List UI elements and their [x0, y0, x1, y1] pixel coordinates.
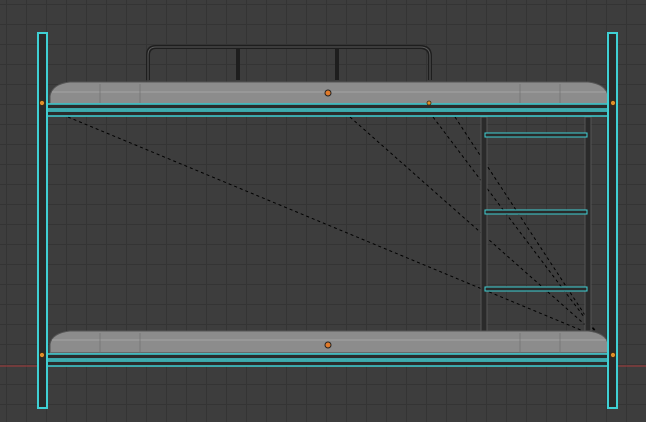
3d-viewport[interactable]	[0, 0, 646, 422]
top-frame-rail[interactable]	[45, 103, 613, 117]
ladder-rung	[484, 209, 588, 215]
dashed-guide-lines	[67, 116, 601, 339]
bunk-bed-scene[interactable]	[0, 0, 646, 422]
guard-rail-highlight	[147, 46, 431, 80]
object-origin-bottom[interactable]	[324, 341, 332, 349]
ladder-rung	[484, 132, 588, 138]
bottom-frame-rail[interactable]	[45, 353, 613, 367]
ladder-rung	[484, 286, 588, 292]
left-post[interactable]	[37, 32, 48, 409]
right-post[interactable]	[607, 32, 618, 409]
guard-rail[interactable]	[146, 45, 432, 80]
ladder[interactable]	[480, 116, 592, 337]
vertex-markers	[39, 100, 616, 358]
object-origin-top[interactable]	[324, 89, 332, 97]
